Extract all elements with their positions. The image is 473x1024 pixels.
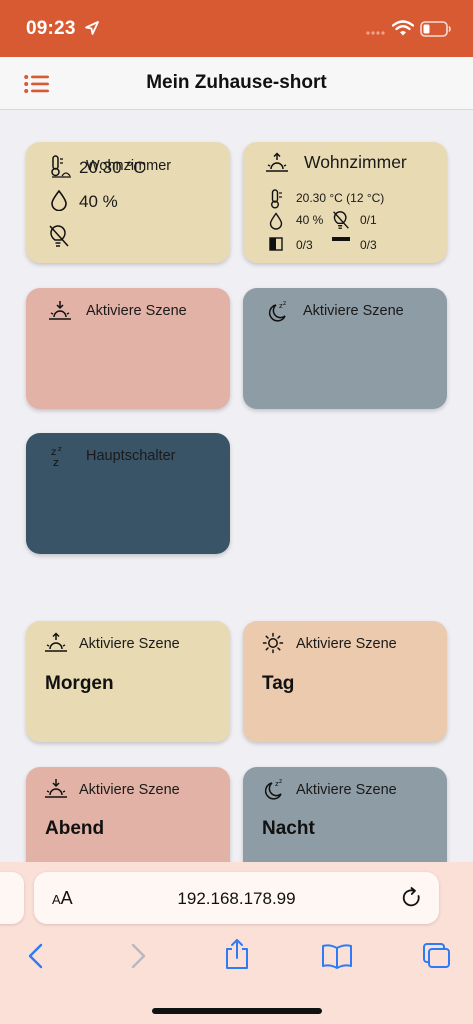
scene-label: Aktiviere Szene <box>296 636 397 652</box>
nav-bar: Mein Zuhause-short <box>0 57 473 110</box>
window-icon <box>269 237 283 251</box>
home-indicator <box>152 1008 322 1014</box>
scene-card-tag[interactable]: Aktiviere Szene Tag <box>243 621 447 742</box>
sleep-zzz-icon: z z z <box>51 445 62 469</box>
forward-icon[interactable] <box>128 942 148 970</box>
svg-text:z: z <box>279 778 282 785</box>
bulb-off-icon <box>333 211 349 229</box>
location-arrow-icon <box>85 21 99 35</box>
bulb-off-icon <box>49 225 69 247</box>
scene-label: Aktiviere Szene <box>86 303 187 319</box>
moon-sleep-icon: z z <box>268 300 286 322</box>
sunrise-icon <box>45 632 67 652</box>
scene-label: Aktiviere Szene <box>79 636 180 652</box>
windows-count: 0/3 <box>296 238 313 252</box>
previous-tab-preview[interactable] <box>0 872 24 924</box>
battery-icon <box>420 21 451 37</box>
scene-name: Abend <box>45 818 105 839</box>
temperature-value: 20.30 °C <box>79 158 146 177</box>
signal-dots-icon <box>366 31 385 35</box>
shutters-count: 0/3 <box>360 238 377 252</box>
room-card-wohnzimmer-1[interactable]: Wohnzimmer 20.30 °C 40 % <box>26 142 230 263</box>
share-icon[interactable] <box>224 938 250 970</box>
scene-name: Morgen <box>45 673 114 694</box>
sunset-icon <box>49 301 71 320</box>
scene-label: Aktiviere Szene <box>79 782 180 798</box>
bookmarks-icon[interactable] <box>321 942 353 970</box>
tabs-icon[interactable] <box>422 942 452 970</box>
svg-text:z: z <box>58 445 62 453</box>
scene-name: Tag <box>262 673 295 694</box>
scene-card-morgen[interactable]: Aktiviere Szene Morgen <box>26 621 230 742</box>
scene-card-1[interactable]: Aktiviere Szene <box>26 288 230 409</box>
sunset-icon <box>45 779 67 798</box>
sun-icon <box>262 632 284 654</box>
scene-label: Aktiviere Szene <box>296 782 397 798</box>
reload-icon[interactable] <box>401 887 423 909</box>
wifi-icon <box>392 20 414 36</box>
status-time: 09:23 <box>26 18 76 39</box>
lights-count: 0/1 <box>360 213 377 227</box>
svg-text:z: z <box>283 300 286 307</box>
droplet-icon <box>269 212 283 230</box>
scene-card-2[interactable]: z z Aktiviere Szene <box>243 288 447 409</box>
url-text: 192.168.178.99 <box>177 889 296 908</box>
shutter-icon <box>332 237 350 241</box>
back-icon[interactable] <box>26 942 46 970</box>
droplet-icon <box>51 189 67 211</box>
scene-label: Aktiviere Szene <box>303 303 404 319</box>
room-title: Wohnzimmer <box>304 152 407 172</box>
thermometer-sun-icon <box>51 155 71 178</box>
status-bar: 09:23 <box>0 0 473 57</box>
temperature-value: 20.30 °C (12 °C) <box>296 191 385 205</box>
thermometer-icon <box>271 189 282 209</box>
master-switch-label: Hauptschalter <box>86 448 176 464</box>
humidity-value: 40 % <box>79 192 118 211</box>
master-switch-card[interactable]: z z z Hauptschalter <box>26 433 230 554</box>
svg-text:z: z <box>53 456 59 469</box>
moon-sleep-icon: z z <box>264 778 282 800</box>
scene-name: Nacht <box>262 818 315 839</box>
sunrise-icon <box>266 152 288 172</box>
page-title: Mein Zuhause-short <box>146 72 327 93</box>
humidity-value: 40 % <box>296 213 324 227</box>
room-card-wohnzimmer-2[interactable]: Wohnzimmer 20.30 °C (12 °C) 40 % 0/1 0/3… <box>243 142 447 263</box>
address-bar[interactable]: AA 192.168.178.99 <box>34 872 439 924</box>
